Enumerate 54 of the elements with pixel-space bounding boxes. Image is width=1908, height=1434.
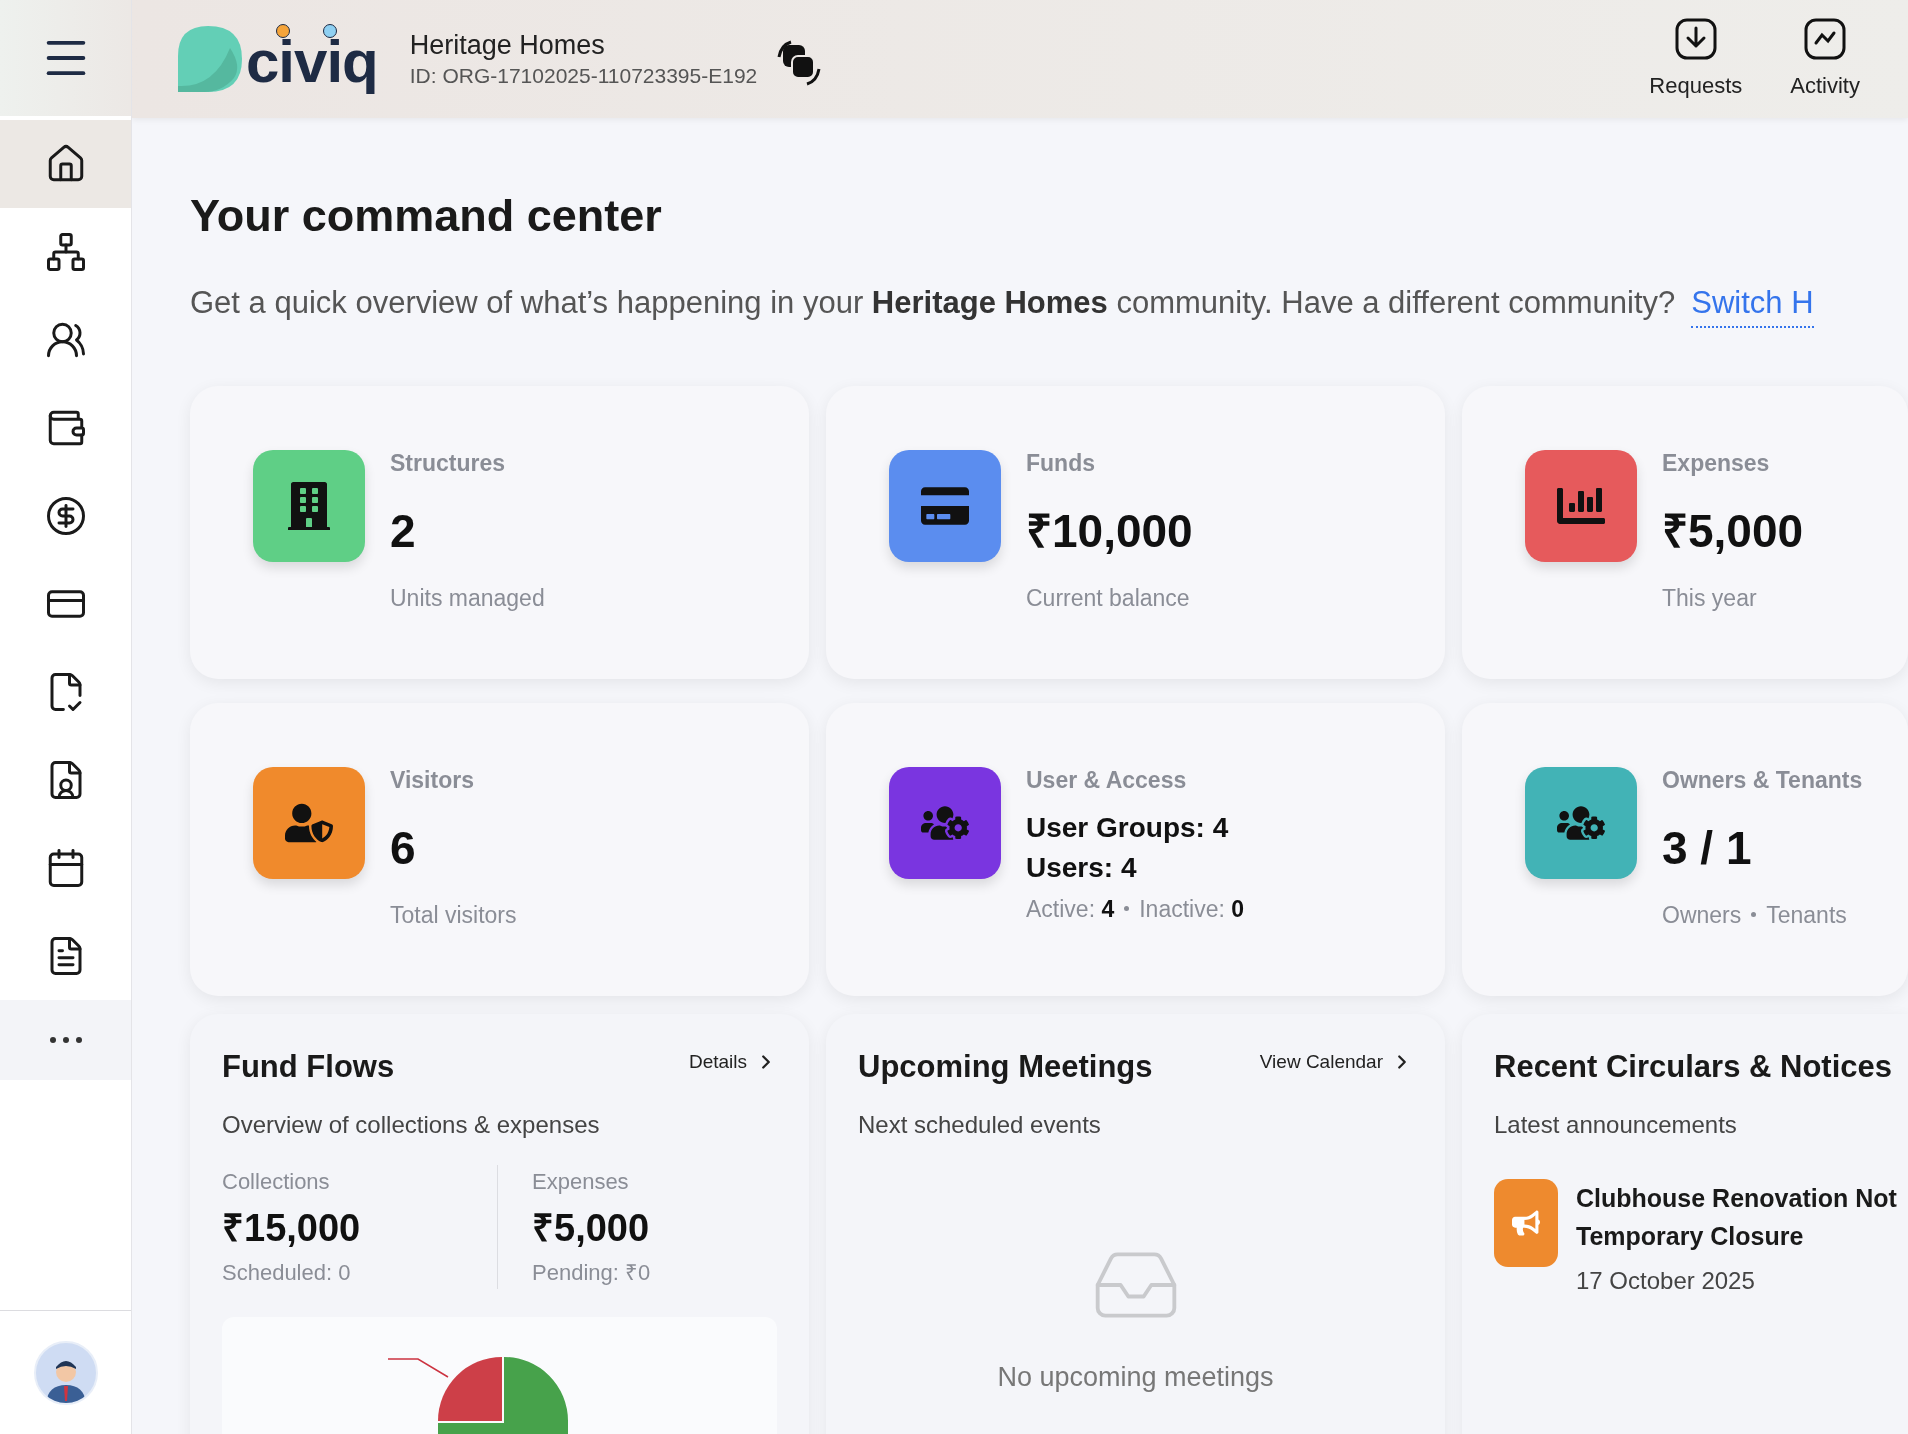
- stat-note: Active: 4: [1026, 894, 1115, 924]
- panel-subtitle: Next scheduled events: [858, 1109, 1102, 1140]
- dollar-icon: [44, 495, 87, 537]
- panel-subtitle: Latest announcements: [1494, 1109, 1738, 1140]
- logo-text: civiq: [246, 32, 378, 92]
- stat-value: ₹10,000: [1026, 503, 1193, 559]
- flow-note: Scheduled: 0: [222, 1258, 352, 1287]
- hierarchy-icon: [44, 231, 87, 273]
- access-count: User Groups: 4: [1026, 810, 1230, 845]
- notice-title[interactable]: Clubhouse Renovation Not Temporary Closure: [1576, 1178, 1897, 1255]
- flow-label: Expenses: [532, 1167, 630, 1196]
- activity-icon: [1803, 16, 1848, 61]
- access-count: Users: 4: [1026, 850, 1138, 885]
- flow-value: ₹15,000: [222, 1205, 362, 1251]
- org-id: ID: ORG-17102025-110723395-E192: [409, 63, 758, 89]
- building-icon: [285, 482, 333, 530]
- notice-date: 17 October 2025: [1576, 1265, 1756, 1296]
- header-action-button[interactable]: Requests: [1625, 16, 1767, 102]
- stat-note: Units managed: [390, 583, 545, 613]
- sidebar-item[interactable]: [0, 120, 131, 208]
- stat-label: Expenses: [1662, 449, 1771, 478]
- more-icon: [49, 1037, 82, 1043]
- stat-value: 3 / 1: [1662, 820, 1753, 876]
- flow-note: Pending: ₹0: [532, 1258, 651, 1287]
- stat-note: This year: [1662, 583, 1758, 613]
- stat-value: ₹5,000: [1662, 503, 1804, 559]
- megaphone-icon: [1512, 1208, 1540, 1237]
- stat-note: Current balance: [1026, 583, 1191, 613]
- flow-label: Collections: [222, 1167, 331, 1196]
- flow-value: ₹5,000: [532, 1205, 651, 1251]
- stat-label: User & Access: [1026, 766, 1188, 795]
- panel-subtitle: Overview of collections & expenses: [222, 1109, 601, 1140]
- page-title: Your command center: [190, 189, 663, 243]
- stat-value: 2: [390, 503, 417, 559]
- org-name: Heritage Homes: [409, 29, 606, 62]
- panel-title: Upcoming Meetings: [858, 1048, 1153, 1086]
- download-icon: [1673, 16, 1718, 61]
- page-subtitle: Get a quick overview of what’s happening in your Heritage Homes community. Have a different community?: [190, 283, 1676, 322]
- stat-label: Visitors: [390, 766, 475, 795]
- stat-note: Owners: [1662, 900, 1742, 930]
- stat-note: Total visitors: [390, 900, 517, 930]
- stat-label: Funds: [1026, 449, 1096, 478]
- header-action-button[interactable]: Activity: [1766, 16, 1884, 102]
- stat-value: 6: [390, 820, 417, 876]
- panel-title: Fund Flows: [222, 1048, 395, 1086]
- empty-state-text: No upcoming meetings: [997, 1360, 1274, 1394]
- stat-label: Structures: [390, 449, 507, 478]
- stat-note: Tenants: [1766, 900, 1847, 930]
- switch-link[interactable]: Switch H: [1691, 279, 1814, 328]
- stat-label: Owners & Tenants: [1662, 766, 1863, 795]
- panel-link[interactable]: Details: [688, 1048, 777, 1077]
- panel-link[interactable]: View Calendar: [1259, 1048, 1413, 1077]
- panel-title: Recent Circulars & Notices: [1494, 1048, 1892, 1086]
- stat-note: Inactive: 0: [1139, 894, 1245, 924]
